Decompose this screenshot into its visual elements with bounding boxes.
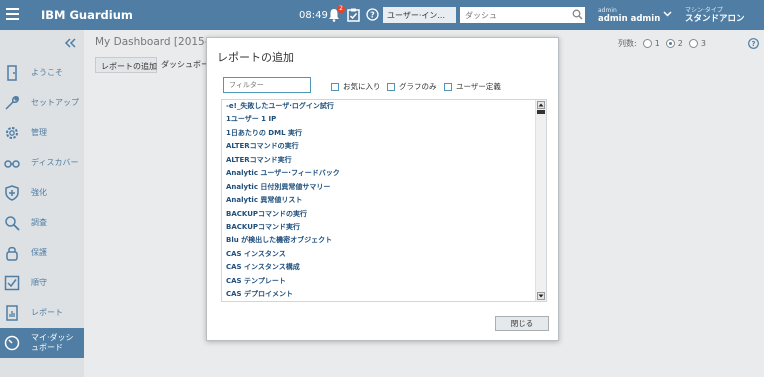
columns-label: 列数: bbox=[618, 39, 637, 48]
sidebar-item-welcome[interactable]: ようこそ bbox=[0, 58, 84, 88]
lock-icon bbox=[6, 246, 18, 261]
column-radio-1[interactable] bbox=[642, 39, 652, 48]
list-item[interactable]: CAS デプロイメント bbox=[224, 288, 534, 301]
list-item[interactable]: Analytic 異常値リスト bbox=[224, 194, 534, 207]
machine-type-value: スタンドアロン bbox=[685, 14, 745, 24]
sidebar-item-setup[interactable]: セットアップ bbox=[0, 88, 84, 118]
checkbox-label: お気に入り bbox=[343, 82, 381, 91]
clock: 08:49 bbox=[299, 10, 328, 21]
sidebar-item-my-dashboard[interactable]: マイ·ダッシュボード bbox=[0, 328, 84, 358]
shield-icon bbox=[5, 185, 19, 201]
list-item[interactable]: BACKUPコマンドの実行 bbox=[224, 208, 534, 221]
sidebar-item-protect[interactable]: 保護 bbox=[0, 238, 84, 268]
add-report-button[interactable]: レポートの追加 bbox=[95, 57, 157, 73]
sidebar-item-label: 保護 bbox=[31, 248, 47, 257]
column-radio-3[interactable] bbox=[688, 39, 698, 48]
column-radio-2[interactable] bbox=[665, 39, 675, 48]
wrench-icon bbox=[5, 96, 19, 110]
scroll-up-arrow-icon[interactable] bbox=[537, 101, 545, 109]
checkbox-label: ユーザー定義 bbox=[456, 82, 501, 91]
notification-bell-icon[interactable]: 2 bbox=[327, 5, 345, 22]
search-icon bbox=[5, 216, 20, 231]
checkbox-box[interactable] bbox=[444, 82, 452, 91]
user-name: admin admin bbox=[598, 14, 661, 24]
list-scrollbar[interactable] bbox=[535, 100, 546, 301]
glasses-icon bbox=[4, 160, 20, 168]
machine-type: マシン·タイプ スタンドアロン bbox=[685, 6, 745, 24]
user-role: admin bbox=[598, 7, 617, 14]
column-option-label: 2 bbox=[677, 39, 683, 48]
sidebar-item-label: 調査 bbox=[31, 218, 47, 227]
sidebar-item-harden[interactable]: 強化 bbox=[0, 178, 84, 208]
dashboard-icon bbox=[4, 335, 20, 351]
list-item[interactable]: Analytic ユーザー·フィードバック bbox=[224, 167, 534, 180]
user-menu[interactable]: admin admin admin bbox=[598, 6, 660, 24]
gear-icon bbox=[6, 127, 18, 139]
sidebar-item-manage[interactable]: 管理 bbox=[0, 118, 84, 148]
report-list[interactable]: -e!_失敗したユーザ·ログイン試行 1ユーザー 1 IP 1日あたりの DML… bbox=[221, 99, 547, 302]
column-selector: 列数: 1 2 3 bbox=[618, 38, 706, 49]
list-item[interactable]: -e!_失敗したユーザ·ログイン試行 bbox=[224, 100, 534, 113]
column-option-label: 1 bbox=[654, 39, 660, 48]
sidebar-item-investigate[interactable]: 調査 bbox=[0, 208, 84, 238]
sidebar-item-label: 順守 bbox=[31, 278, 47, 287]
graphs-only-checkbox[interactable]: グラフのみ bbox=[387, 81, 437, 92]
list-item[interactable]: Blu が検出した機密オブジェクト bbox=[224, 234, 534, 247]
list-item[interactable]: 1日あたりの DML 実行 bbox=[224, 127, 534, 140]
app-title: IBM Guardium bbox=[41, 8, 133, 22]
hamburger-menu-icon[interactable] bbox=[6, 8, 19, 20]
sidebar-item-label: ようこそ bbox=[31, 68, 63, 77]
scroll-thumb[interactable] bbox=[537, 110, 545, 114]
welcome-icon bbox=[7, 65, 17, 81]
svg-text:?: ? bbox=[370, 11, 375, 20]
sidebar-item-label: 強化 bbox=[31, 188, 47, 197]
sidebar-item-label: マイ·ダッシュボード bbox=[31, 333, 74, 352]
collapse-sidebar-icon[interactable] bbox=[64, 38, 76, 48]
sidebar-item-label: ディスカバー bbox=[31, 158, 79, 167]
scroll-down-arrow-icon[interactable] bbox=[537, 292, 545, 300]
sidebar-item-discover[interactable]: ディスカバー bbox=[0, 148, 84, 178]
list-item[interactable]: CAS インスタンス bbox=[224, 248, 534, 261]
report-icon bbox=[6, 305, 18, 321]
filter-input[interactable] bbox=[223, 77, 311, 93]
sidebar-item-label: レポート bbox=[31, 308, 63, 317]
list-item[interactable]: CAS インスタンス構成 bbox=[224, 261, 534, 274]
list-item[interactable]: BACKUPコマンド実行 bbox=[224, 221, 534, 234]
chevron-down-icon[interactable] bbox=[663, 10, 672, 17]
sidebar-item-label: セットアップ bbox=[31, 98, 79, 107]
user-defined-checkbox[interactable]: ユーザー定義 bbox=[444, 81, 501, 92]
list-item[interactable]: Analytic 日付別異常値サマリー bbox=[224, 181, 534, 194]
report-list-items: -e!_失敗したユーザ·ログイン試行 1ユーザー 1 IP 1日あたりの DML… bbox=[224, 100, 534, 301]
user-select[interactable]: ユーザー·イン... bbox=[383, 7, 456, 23]
sidebar-item-reports[interactable]: レポート bbox=[0, 298, 84, 328]
list-item[interactable]: 1ユーザー 1 IP bbox=[224, 113, 534, 126]
help-icon[interactable]: ? bbox=[748, 38, 759, 49]
column-option-label: 3 bbox=[700, 39, 706, 48]
checkbox-icon bbox=[4, 275, 20, 291]
help-icon[interactable]: ? bbox=[366, 8, 379, 21]
list-item[interactable]: ALTERコマンド実行 bbox=[224, 154, 534, 167]
list-item[interactable]: ALTERコマンドの実行 bbox=[224, 140, 534, 153]
checkbox-box[interactable] bbox=[387, 82, 395, 91]
sidebar-item-comply[interactable]: 順守 bbox=[0, 268, 84, 298]
task-icon[interactable] bbox=[347, 8, 360, 22]
top-bar: IBM Guardium 08:49 2 ? ユーザー·イン... admin … bbox=[0, 0, 764, 30]
machine-type-label: マシン·タイプ bbox=[685, 7, 723, 14]
checkbox-box[interactable] bbox=[331, 82, 339, 91]
search-input[interactable] bbox=[460, 7, 585, 23]
sidebar-item-label: 管理 bbox=[31, 128, 47, 137]
close-button[interactable]: 閉じる bbox=[495, 316, 549, 331]
dialog-title: レポートの追加 bbox=[217, 51, 294, 64]
sidebar: ようこそ セットアップ 管理 ディスカバー 強化 調査 保護 順守 レポート マ… bbox=[0, 30, 84, 377]
notification-badge: 2 bbox=[337, 5, 345, 13]
search-icon[interactable] bbox=[572, 9, 583, 20]
checkbox-label: グラフのみ bbox=[399, 82, 437, 91]
add-report-dialog: レポートの追加 お気に入り グラフのみ ユーザー定義 -e!_失敗したユーザ·ロ… bbox=[206, 37, 559, 341]
list-item[interactable]: CAS テンプレート bbox=[224, 275, 534, 288]
svg-text:?: ? bbox=[751, 40, 755, 48]
favorites-checkbox[interactable]: お気に入り bbox=[331, 81, 381, 92]
